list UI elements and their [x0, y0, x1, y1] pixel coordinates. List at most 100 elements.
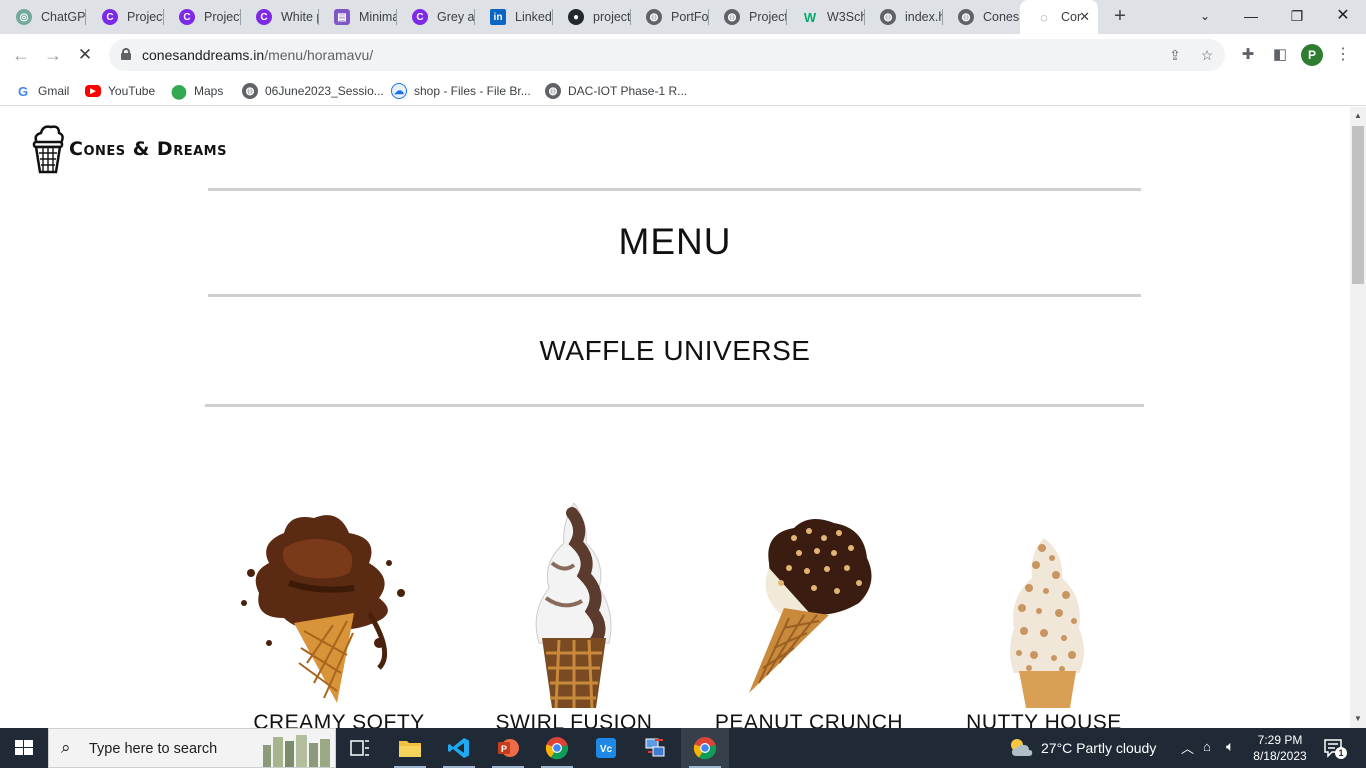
task-view-icon [350, 740, 369, 756]
bookmark-youtube[interactable]: ▶ YouTube [85, 82, 155, 100]
bookmark-star-icon[interactable]: ☆ [1197, 45, 1217, 65]
tab-label: Project [749, 10, 786, 24]
forward-button[interactable]: → [40, 42, 66, 68]
tab-search-icon[interactable]: ⌄ [1182, 0, 1228, 34]
tab-label: Grey ar [437, 10, 474, 24]
tab-index[interactable]: ◍ index.h [864, 0, 942, 34]
youtube-icon: ▶ [85, 85, 101, 97]
notification-center-button[interactable]: 1 [1322, 736, 1347, 760]
restore-button[interactable]: ❐ [1274, 0, 1320, 34]
tab-chatgpt[interactable]: ◎ ChatGPT [0, 0, 86, 34]
powerpoint-icon: P [498, 739, 519, 757]
taskbar-vscode-alt[interactable]: Vc [582, 728, 630, 768]
taskbar-clock[interactable]: 7:29 PM 8/18/2023 [1246, 732, 1314, 764]
tab-w3schools[interactable]: W W3Sch [786, 0, 864, 34]
taskbar-chrome-1[interactable] [533, 728, 581, 768]
tab-github-project[interactable]: ● project [552, 0, 630, 34]
partly-cloudy-weather-icon[interactable] [1008, 736, 1034, 760]
search-placeholder: Type here to search [89, 741, 218, 757]
scroll-up-arrow-icon[interactable]: ▲ [1350, 108, 1366, 124]
share-icon[interactable]: ⇪ [1165, 45, 1185, 65]
tab-grey[interactable]: C Grey ar [396, 0, 474, 34]
weather-text[interactable]: 27°C Partly cloudy [1041, 740, 1156, 756]
close-tab-icon[interactable]: ✕ [1079, 9, 1090, 25]
tab-portfolio[interactable]: ◍ PortFol [630, 0, 708, 34]
vscode-icon [448, 738, 469, 758]
tab-label: index.h [905, 10, 942, 24]
close-window-button[interactable]: ✕ [1320, 0, 1366, 34]
tab-label: Project [204, 10, 240, 24]
clock-date: 8/18/2023 [1253, 749, 1307, 763]
minimize-button[interactable]: — [1228, 0, 1274, 34]
github-icon: ● [568, 9, 584, 25]
task-view-button[interactable] [336, 728, 384, 768]
bookmark-gmail[interactable]: G Gmail [15, 82, 69, 100]
bookmark-maps[interactable]: ⬤ Maps [171, 82, 223, 100]
tab-label: ChatGPT [41, 10, 86, 24]
divider-middle [208, 294, 1141, 297]
bookmark-label: shop - Files - File Br... [414, 84, 531, 98]
svg-text:P: P [501, 744, 507, 754]
scrollbar-thumb[interactable] [1352, 126, 1364, 284]
start-button[interactable] [0, 728, 48, 768]
maps-pin-icon: ⬤ [171, 82, 187, 99]
product-card-creamy-softy[interactable]: CREAMY SOFTY [229, 503, 449, 728]
bookmark-dac-iot[interactable]: ◍ DAC-IOT Phase-1 R... [545, 82, 687, 100]
show-hidden-icons-chevron-icon[interactable]: ︿ [1181, 738, 1194, 757]
google-icon: G [17, 83, 29, 99]
address-bar[interactable]: conesanddreams.in/menu/horamavu/ ⇪ ☆ [109, 39, 1225, 71]
taskbar-file-explorer[interactable] [386, 728, 434, 768]
chrome-icon [693, 737, 717, 760]
profile-avatar[interactable]: P [1301, 44, 1323, 66]
bookmark-shop-files[interactable]: ☁ shop - Files - File Br... [391, 82, 531, 100]
ice-cream-cone-logo-icon [32, 125, 64, 174]
bookmark-label: Gmail [38, 84, 70, 98]
url-text[interactable]: conesanddreams.in/menu/horamavu/ [142, 47, 373, 63]
side-panel-icon[interactable]: ◧ [1269, 44, 1291, 66]
product-card-swirl-fusion[interactable]: SWIRL FUSION [464, 503, 684, 728]
tab-label: White p [281, 10, 318, 24]
more-menu-icon[interactable]: ⋮ [1335, 44, 1351, 66]
back-button[interactable]: ← [8, 42, 34, 68]
tab-active-cones[interactable]: ◌ Cor ✕ [1020, 0, 1098, 34]
tab-linkedin[interactable]: in LinkedI [474, 0, 552, 34]
taskbar-network-app[interactable] [631, 728, 679, 768]
canva-icon: C [102, 9, 118, 25]
tab-project-2[interactable]: C Project [163, 0, 240, 34]
scroll-down-arrow-icon[interactable]: ▼ [1350, 711, 1366, 727]
code-app-icon: Vc [596, 738, 616, 758]
tab-minima[interactable]: ▤ Minima [318, 0, 396, 34]
bookmark-label: 06June2023_Sessio... [265, 84, 384, 98]
printer-icon: ▤ [334, 9, 350, 25]
chrome-icon [545, 737, 569, 760]
remote-desktop-icon [645, 738, 665, 757]
bookmark-label: Maps [194, 84, 224, 98]
volume-icon[interactable]: 🔈︎ [1226, 738, 1234, 755]
bookmark-session[interactable]: ◍ 06June2023_Sessio... [242, 82, 384, 100]
extensions-puzzle-icon[interactable]: ✚ [1237, 44, 1259, 66]
tab-label: LinkedI [515, 10, 552, 24]
loading-icon: ◌ [1040, 9, 1048, 25]
taskbar-search-box[interactable]: ⌕ Type here to search [48, 728, 336, 768]
taskbar-vscode[interactable] [435, 728, 483, 768]
site-logo[interactable]: Cones & Dreams [29, 123, 227, 175]
network-icon[interactable]: ⌂ [1203, 739, 1211, 754]
product-card-peanut-crunch[interactable]: PEANUT CRUNCH [699, 503, 919, 728]
clock-time: 7:29 PM [1257, 733, 1303, 747]
lock-icon [121, 48, 131, 60]
file-browser-icon: ☁ [391, 83, 407, 99]
stop-loading-button[interactable]: ✕ [72, 42, 98, 68]
new-tab-button[interactable]: + [1108, 4, 1132, 28]
taskbar-chrome-2[interactable] [681, 728, 729, 768]
tab-cones[interactable]: ◍ Cones [942, 0, 1020, 34]
tab-project-3[interactable]: ◍ Project [708, 0, 786, 34]
search-highlight-icon [263, 735, 330, 767]
section-title: WAFFLE UNIVERSE [539, 335, 811, 366]
tab-project-1[interactable]: C Project [86, 0, 163, 34]
taskbar-powerpoint[interactable]: P [484, 728, 532, 768]
search-icon: ⌕ [61, 738, 71, 757]
product-card-nutty-house[interactable]: NUTTY HOUSE [934, 503, 1154, 728]
openai-icon: ◎ [16, 9, 32, 25]
divider-top [208, 188, 1141, 191]
tab-white[interactable]: C White p [240, 0, 318, 34]
